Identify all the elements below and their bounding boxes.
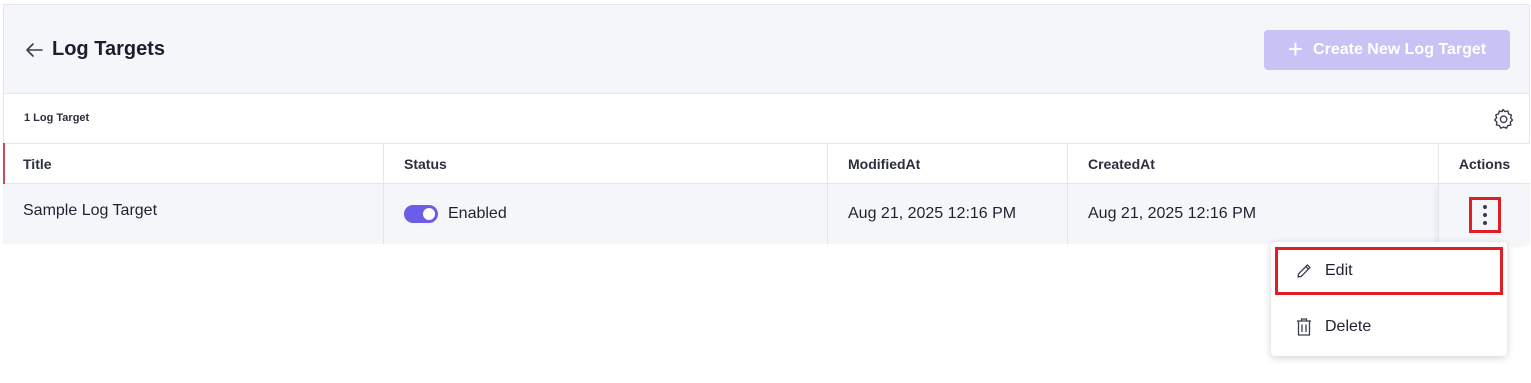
page-title: Log Targets — [52, 38, 165, 60]
status-label: Enabled — [448, 205, 507, 222]
page-header: Log Targets + Create New Log Target — [3, 4, 1530, 94]
cell-createdat: Aug 21, 2025 12:16 PM — [1088, 205, 1257, 222]
column-header-actions: Actions — [1438, 144, 1530, 183]
trash-icon — [1297, 318, 1311, 336]
table-toolbar: 1 Log Target — [3, 94, 1530, 144]
column-header-createdat[interactable]: CreatedAt — [1068, 144, 1438, 183]
table-header: Title Status ModifiedAt CreatedAt Action… — [3, 143, 1530, 184]
pencil-icon — [1297, 264, 1311, 278]
column-header-title[interactable]: Title — [3, 144, 384, 183]
column-header-status[interactable]: Status — [384, 144, 828, 183]
create-button-label: Create New Log Target — [1313, 41, 1487, 58]
log-target-count: 1 Log Target — [24, 112, 90, 124]
cell-modifiedat: Aug 21, 2025 12:16 PM — [828, 184, 1068, 244]
cell-status: Enabled — [384, 184, 828, 244]
create-new-log-target-button[interactable]: + Create New Log Target — [1264, 30, 1510, 70]
cell-actions — [1438, 184, 1530, 244]
log-targets-page: Log Targets + Create New Log Target 1 Lo… — [0, 0, 1531, 383]
cell-title: Sample Log Target — [3, 184, 384, 244]
gear-icon[interactable] — [1491, 107, 1515, 131]
status-toggle[interactable] — [404, 205, 438, 223]
menu-item-edit[interactable]: Edit — [1275, 247, 1503, 295]
table-row[interactable]: Sample Log Target Enabled Aug 21, 2025 1… — [3, 184, 1530, 244]
menu-item-edit-label: Edit — [1325, 262, 1353, 279]
row-actions-menu: Edit Delete — [1271, 242, 1507, 356]
column-header-modifiedat[interactable]: ModifiedAt — [828, 144, 1068, 183]
back-arrow-icon[interactable] — [24, 41, 44, 59]
more-vertical-icon[interactable] — [1469, 197, 1501, 233]
plus-icon: + — [1287, 33, 1304, 64]
menu-item-delete-label: Delete — [1325, 318, 1372, 335]
menu-item-delete[interactable]: Delete — [1275, 303, 1503, 351]
